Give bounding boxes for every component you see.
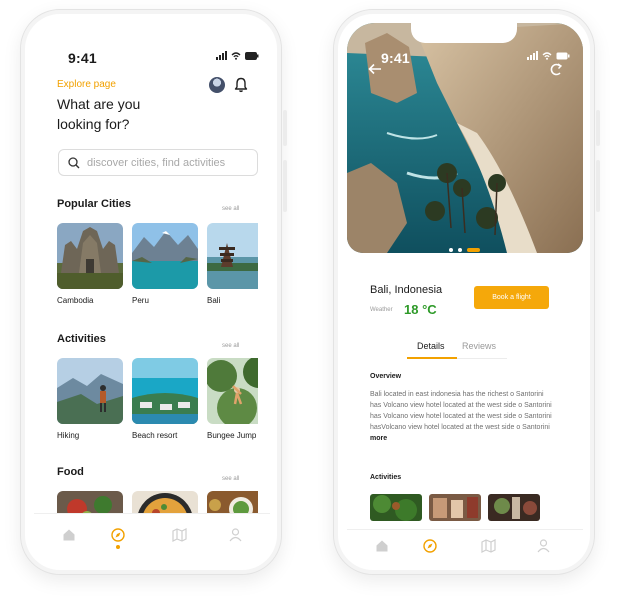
city-label: Bali [207,296,221,305]
search-bar[interactable] [58,149,258,176]
place-name: Bali, Indonesia [370,284,443,296]
active-indicator [116,545,120,549]
carousel-dot-active[interactable] [467,248,480,252]
activities-row: Hiking Beach resort Bungee Jump [57,358,258,448]
city-card-cambodia[interactable]: Cambodia [57,223,123,305]
share-icon[interactable] [549,63,563,76]
explore-phone-frame: 9:41 Explore page What are you looking f… [20,9,287,575]
battery-icon [245,51,259,60]
city-image [132,223,198,289]
status-time: 9:41 [381,50,410,66]
tab-details[interactable]: Details [417,341,445,351]
activity-image [207,358,258,424]
title-line-2: looking for? [57,116,130,132]
user-icon[interactable] [229,528,242,542]
overview-title: Overview [370,373,402,380]
city-image [207,223,258,289]
compass-icon[interactable] [111,528,125,542]
book-flight-button[interactable]: Book a flight [474,286,549,309]
status-icons [527,51,570,60]
section-title-popular-cities: Popular Cities [57,198,131,210]
carousel-dot[interactable] [458,248,462,252]
bottom-nav [347,529,583,563]
city-label: Cambodia [57,296,94,305]
signal-icon [216,51,227,60]
temperature: 18 °C [404,302,437,317]
activity-image [57,358,123,424]
activity-card-beach-resort[interactable]: Beach resort [132,358,198,440]
city-card-peru[interactable]: Peru [132,223,198,305]
bottom-nav [34,513,270,563]
city-card-bali[interactable]: Bali [207,223,258,305]
weather-label: Weather [370,307,393,313]
compass-icon[interactable] [423,539,437,553]
section-title-activities: Activities [57,333,106,345]
search-input[interactable] [87,156,252,169]
phone-notch [411,23,517,43]
user-icon[interactable] [537,539,550,553]
see-all-link[interactable]: see all [222,476,239,482]
home-icon[interactable] [375,539,389,553]
activities-title: Activities [370,474,402,481]
home-icon[interactable] [62,528,76,542]
carousel-dot[interactable] [449,248,453,252]
avatar[interactable] [209,77,225,93]
city-label: Peru [132,296,149,305]
active-tab-underline [407,357,457,359]
map-icon[interactable] [172,528,187,542]
activity-image [132,358,198,424]
carousel-dots [449,248,480,252]
side-button [596,110,600,146]
tab-reviews[interactable]: Reviews [462,341,496,351]
overview-body: Bali located in east indonesia has the r… [370,391,552,431]
page-title: What are you looking for? [57,94,187,134]
activity-label: Beach resort [132,431,178,440]
title-line-1: What are you [57,96,141,112]
activity-thumbnail[interactable] [429,494,481,521]
hero-image: 9:41 [347,23,583,253]
see-all-link[interactable]: see all [222,206,239,212]
bell-icon[interactable] [234,77,248,93]
side-button [283,110,287,146]
wifi-icon [542,51,552,60]
activity-label: Hiking [57,431,80,440]
more-link[interactable]: more [370,435,387,442]
detail-phone-frame: 9:41 Bali, Indonesia Weather 18 °C Book … [333,9,600,575]
section-title-food: Food [57,466,84,478]
explore-screen: 9:41 Explore page What are you looking f… [34,23,270,563]
detail-screen: 9:41 Bali, Indonesia Weather 18 °C Book … [347,23,583,563]
cities-row: Cambodia Peru Bali [57,223,258,313]
activity-card-bungee-jump[interactable]: Bungee Jump [207,358,258,440]
status-time: 9:41 [68,50,97,66]
see-all-link[interactable]: see all [222,343,239,349]
side-button [283,160,287,212]
activity-thumbnail[interactable] [370,494,422,521]
explore-subtitle: Explore page [57,79,116,90]
activity-thumbnail[interactable] [488,494,540,521]
map-icon[interactable] [481,539,496,553]
signal-icon [527,51,538,60]
status-icons [216,51,259,60]
activity-label: Bungee Jump [207,431,257,440]
side-button [596,160,600,212]
activity-card-hiking[interactable]: Hiking [57,358,123,440]
wifi-icon [231,51,241,60]
overview-text: Bali located in east indonesia has the r… [370,389,552,444]
search-icon [68,156,80,168]
back-arrow-icon[interactable] [368,63,382,75]
city-image [57,223,123,289]
battery-icon [556,52,570,59]
